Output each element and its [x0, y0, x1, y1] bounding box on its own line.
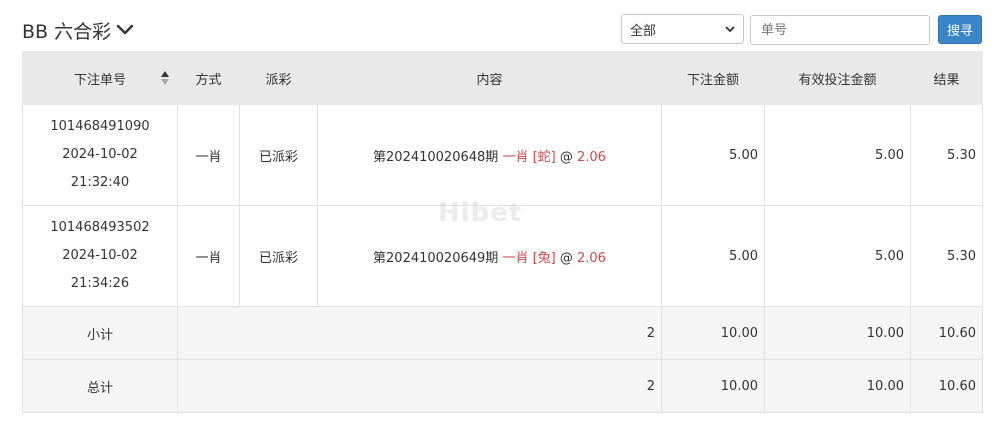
chevron-down-icon: [116, 24, 134, 35]
subtotal-label: 小计: [22, 306, 178, 360]
total-valid-amount: 10.00: [764, 359, 911, 413]
content-odds: 2.06: [577, 250, 606, 266]
method-cell: 一肖: [177, 205, 240, 307]
total-result: 10.60: [910, 359, 983, 413]
subtotal-valid-amount: 10.00: [764, 306, 911, 360]
payout-status-cell: 已派彩: [239, 104, 318, 206]
result-cell: 5.30: [910, 205, 983, 307]
subtotal-result: 10.60: [910, 306, 983, 360]
content-bet: 一肖 [蛇]: [502, 149, 556, 165]
order-cell: 101468493502 2024-10-02 21:34:26: [22, 205, 178, 307]
bet-amount-cell: 5.00: [661, 104, 765, 206]
type-filter-select[interactable]: 全部: [621, 14, 744, 44]
content-cell: 第202410020649期 一肖 [兔] @ 2.06: [317, 205, 662, 307]
page-title[interactable]: BB 六合彩: [22, 16, 134, 44]
payout-status-cell: 已派彩: [239, 205, 318, 307]
result-cell: 5.30: [910, 104, 983, 206]
bet-amount-cell: 5.00: [661, 205, 765, 307]
total-count: 2: [177, 359, 662, 413]
table-header-row: 下注单号 方式 派彩 内容 下注金额 有效投注金额 结果: [22, 51, 983, 105]
total-bet-amount: 10.00: [661, 359, 765, 413]
type-filter-value: 全部: [630, 23, 657, 39]
order-number-input[interactable]: [750, 15, 930, 45]
page-title-text: BB 六合彩: [22, 20, 112, 43]
sort-icon[interactable]: [161, 69, 169, 87]
search-button[interactable]: 搜寻: [938, 15, 982, 44]
content-at: @: [559, 149, 573, 165]
order-number: 101468491090: [50, 119, 150, 134]
table-row: 101468491090 2024-10-02 21:32:40 一肖 已派彩 …: [22, 104, 983, 206]
content-period: 第202410020648期: [373, 149, 499, 165]
column-header-order-no[interactable]: 下注单号: [22, 51, 178, 105]
valid-amount-cell: 5.00: [764, 205, 911, 307]
content-at: @: [559, 250, 573, 266]
order-time: 21:34:26: [70, 276, 130, 291]
column-header-result: 结果: [910, 51, 983, 105]
order-time: 21:32:40: [70, 175, 130, 190]
bet-records-table: 下注单号 方式 派彩 内容 下注金额 有效投注金额 结果 10146849109…: [22, 51, 983, 413]
column-header-method: 方式: [177, 51, 240, 105]
order-date: 2024-10-02: [62, 147, 138, 162]
total-label: 总计: [22, 359, 178, 413]
table-row: 101468493502 2024-10-02 21:34:26 一肖 已派彩 …: [22, 205, 983, 307]
subtotal-row: 小计 2 10.00 10.00 10.60: [22, 306, 983, 360]
total-row: 总计 2 10.00 10.00 10.60: [22, 359, 983, 413]
column-header-payout: 派彩: [239, 51, 318, 105]
column-header-valid-amount: 有效投注金额: [764, 51, 911, 105]
content-cell: 第202410020648期 一肖 [蛇] @ 2.06: [317, 104, 662, 206]
subtotal-bet-amount: 10.00: [661, 306, 765, 360]
order-date: 2024-10-02: [62, 248, 138, 263]
column-header-content: 内容: [317, 51, 662, 105]
caret-down-icon: [725, 26, 735, 33]
method-cell: 一肖: [177, 104, 240, 206]
content-period: 第202410020649期: [373, 250, 499, 266]
content-bet: 一肖 [兔]: [502, 250, 556, 266]
order-number: 101468493502: [50, 220, 150, 235]
subtotal-count: 2: [177, 306, 662, 360]
order-cell: 101468491090 2024-10-02 21:32:40: [22, 104, 178, 206]
content-odds: 2.06: [577, 149, 606, 165]
valid-amount-cell: 5.00: [764, 104, 911, 206]
column-header-bet-amount: 下注金额: [661, 51, 765, 105]
